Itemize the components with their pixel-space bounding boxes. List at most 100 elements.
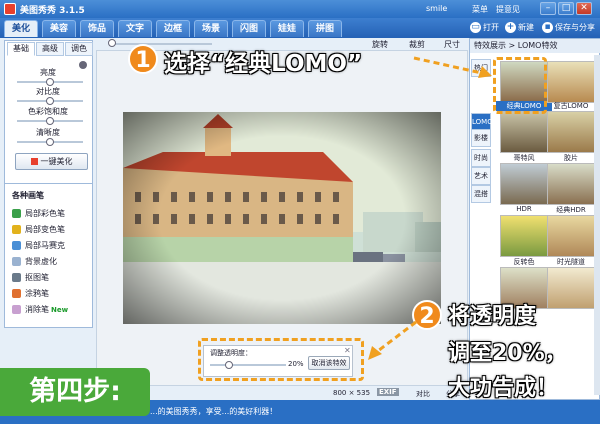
effects-scrollbar[interactable] [594, 55, 600, 395]
beautify-icon [30, 158, 38, 165]
new-badge: New [51, 305, 69, 314]
brightness-slider[interactable] [17, 78, 83, 86]
brush-cutout[interactable]: 抠图笔 [12, 272, 49, 283]
tab-beautify[interactable]: 美化 [4, 20, 38, 37]
status-bar: 800 × 535 EXIF 对比 分享 [96, 386, 469, 400]
close-button[interactable]: ✕ [576, 2, 592, 15]
step2-line3: 大功告成！ [448, 376, 559, 401]
brush-color-local[interactable]: 局部彩色笔 [12, 208, 65, 219]
effect-thumb[interactable] [547, 61, 595, 103]
effects-breadcrumb: 特效展示 > LOMO特效 [470, 39, 600, 53]
rotate-button[interactable]: 旋转 [372, 39, 388, 50]
tab-frame[interactable]: 边框 [156, 20, 190, 37]
dialog-highlight [198, 338, 364, 381]
brush-doodle[interactable]: 涂鸦笔 [12, 288, 49, 299]
brush-blur[interactable]: 背景虚化 [12, 256, 57, 267]
resize-button[interactable]: 尺寸 [444, 39, 460, 50]
minimize-button[interactable]: – [540, 2, 556, 15]
brush-label: 抠图笔 [25, 273, 49, 282]
brush-label: 涂鸦笔 [25, 289, 49, 298]
title-bar: 美图秀秀 3.1.5 smile 菜单 提意见 – □ ✕ [0, 0, 600, 18]
effect-thumb[interactable] [547, 215, 595, 257]
one-click-label: 一键美化 [40, 157, 73, 166]
subtab-basic[interactable]: 基础 [7, 42, 35, 56]
brush-label: 消除笔 [25, 305, 49, 314]
category-fashion[interactable]: 时尚 [471, 149, 491, 167]
maximize-button[interactable]: □ [558, 2, 574, 15]
step2-line2: 调至20%， [448, 341, 567, 366]
effect-thumb[interactable] [500, 215, 548, 257]
step1-number: 1 [128, 44, 158, 74]
eraser-icon [12, 305, 21, 314]
menu-bar: 美化 美容 饰品 文字 边框 场景 闪图 娃娃 拼图 ▭ 打开 + 新建 ▪ 保存与分… [0, 18, 600, 38]
brush-icon [12, 289, 21, 298]
tab-face[interactable]: 美容 [42, 20, 76, 37]
crop-button[interactable]: 裁剪 [409, 39, 425, 50]
brush-icon [12, 257, 21, 266]
save-icon: ▪ [542, 22, 553, 33]
effect-thumb[interactable] [547, 267, 595, 309]
plus-icon: + [505, 22, 516, 33]
arrow-to-dialog-icon [368, 320, 417, 360]
brush-mosaic[interactable]: 局部马赛克 [12, 240, 65, 251]
tab-flash[interactable]: 闪图 [232, 20, 266, 37]
tab-decor[interactable]: 饰品 [80, 20, 114, 37]
saturation-slider[interactable] [17, 117, 83, 125]
category-mix[interactable]: 混搭 [471, 185, 491, 203]
new-button[interactable]: + 新建 [505, 22, 534, 33]
brush-eraser[interactable]: 消除笔 New [12, 304, 68, 315]
app-title: 美图秀秀 3.1.5 [20, 5, 85, 16]
effect-thumb[interactable] [500, 111, 548, 153]
slogan-text: ...的美图秀秀，享受...的美好利器！ [150, 407, 278, 416]
compare-button[interactable]: 对比 [416, 389, 430, 399]
brush-icon [12, 241, 21, 250]
step-banner: 第四步: [0, 368, 150, 416]
saturation-knob[interactable] [46, 117, 54, 125]
edited-photo[interactable] [123, 112, 441, 324]
user-name[interactable]: smile [426, 4, 447, 13]
effect-thumb[interactable] [547, 111, 595, 153]
sharpness-knob[interactable] [46, 138, 54, 146]
open-button[interactable]: ▭ 打开 [470, 22, 499, 33]
one-click-beautify-button[interactable]: 一键美化 [15, 153, 88, 170]
subtab-advanced[interactable]: 高级 [36, 42, 64, 56]
exif-button[interactable]: EXIF [377, 388, 399, 396]
step1-instruction: 选择“经典LOMO” [164, 51, 363, 77]
effect-thumb[interactable] [547, 163, 595, 205]
brightness-label: 亮度 [40, 68, 56, 77]
brush-label: 局部马赛克 [25, 241, 65, 250]
brightness-knob[interactable] [46, 78, 54, 86]
selected-effect-highlight [493, 57, 547, 114]
brush-label: 局部变色笔 [25, 225, 65, 234]
open-label: 打开 [483, 23, 499, 32]
brush-recolor[interactable]: 局部变色笔 [12, 224, 65, 235]
category-art[interactable]: 艺术 [471, 167, 491, 185]
subtab-color[interactable]: 调色 [65, 42, 93, 56]
tab-doll[interactable]: 娃娃 [270, 20, 304, 37]
brush-icon [12, 209, 21, 218]
contrast-slider[interactable] [17, 97, 83, 105]
zoom-knob[interactable] [108, 39, 116, 47]
effect-label: 时光隧道 [557, 258, 585, 266]
menu-link[interactable]: 菜单 [472, 4, 488, 15]
brush-panel: 各种画笔 局部彩色笔 局部变色笔 局部马赛克 背景虚化 抠图笔 涂鸦笔 消除笔 N… [4, 183, 93, 328]
sharpness-label: 清晰度 [36, 128, 60, 137]
effect-thumb[interactable] [500, 163, 548, 205]
tab-scene[interactable]: 场景 [194, 20, 228, 37]
app-window: 美图秀秀 3.1.5 smile 菜单 提意见 – □ ✕ 美化 美容 饰品 文… [0, 0, 600, 424]
effect-label: 经典HDR [556, 206, 586, 214]
folder-icon: ▭ [470, 22, 481, 33]
sharpness-slider[interactable] [17, 138, 83, 146]
tab-text[interactable]: 文字 [118, 20, 152, 37]
tab-collage[interactable]: 拼图 [308, 20, 342, 37]
contrast-label: 对比度 [36, 87, 60, 96]
feedback-link[interactable]: 提意见 [496, 4, 520, 15]
brush-icon [12, 225, 21, 234]
save-share-button[interactable]: ▪ 保存与分享 [542, 22, 595, 33]
brush-label: 局部彩色笔 [25, 209, 65, 218]
step2-line1: 将透明度 [448, 304, 537, 329]
brush-icon [12, 273, 21, 282]
category-studio[interactable]: 影楼 [471, 129, 491, 147]
new-label: 新建 [518, 23, 534, 32]
contrast-knob[interactable] [46, 97, 54, 105]
